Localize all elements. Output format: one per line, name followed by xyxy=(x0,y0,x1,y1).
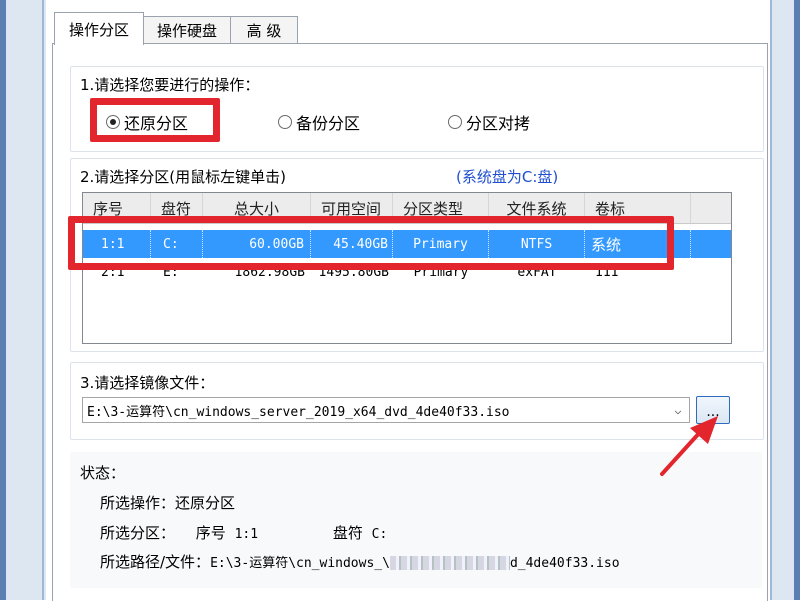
status-title: 状态： xyxy=(80,464,126,482)
annotation-arrow-icon xyxy=(660,416,718,476)
window-frame-right xyxy=(770,0,800,600)
tab-disk[interactable]: 操作硬盘 xyxy=(142,16,232,43)
redacted-text xyxy=(389,555,510,570)
backup-partition-radio[interactable]: 备份分区 xyxy=(278,110,360,134)
status-index-label: 序号 xyxy=(195,524,226,542)
image-file-combobox[interactable]: E:\3-运算符\cn_windows_server_2019_x64_dvd_… xyxy=(82,397,690,423)
annotation-highlight-row xyxy=(68,216,674,270)
status-operation: 所选操作：还原分区 xyxy=(100,492,235,513)
image-file-path: E:\3-运算符\cn_windows_server_2019_x64_dvd_… xyxy=(87,404,510,420)
status-partition-label: 所选分区： xyxy=(100,524,176,542)
status-path-value: E:\3-运算符\cn_windows_\ xyxy=(210,556,390,571)
status-operation-label: 所选操作： xyxy=(100,494,176,512)
annotation-highlight-restore xyxy=(90,98,220,142)
status-index-value: 1:1 xyxy=(234,527,259,542)
status-drive-label: 盘符 xyxy=(332,524,363,542)
column-header-filler xyxy=(691,193,731,223)
status-path-label: 所选路径/文件： xyxy=(100,553,211,571)
radio-unchecked-icon xyxy=(448,115,462,129)
image-file-label: 3.请选择镜像文件： xyxy=(80,374,215,392)
radio-unchecked-icon xyxy=(278,115,292,129)
system-disk-hint: (系统盘为C:盘) xyxy=(456,168,559,186)
copy-partition-radio[interactable]: 分区对拷 xyxy=(448,110,530,134)
window-frame-left xyxy=(0,0,46,600)
radio-label: 分区对拷 xyxy=(466,114,531,133)
radio-label: 备份分区 xyxy=(296,114,361,133)
partition-label: 2.请选择分区(用鼠标左键单击) xyxy=(80,168,287,186)
status-drive-value: C: xyxy=(371,527,388,542)
tab-partition[interactable]: 操作分区 xyxy=(54,12,144,45)
operation-label: 1.请选择您要进行的操作： xyxy=(80,76,260,94)
status-path: 所选路径/文件：E:\3-运算符\cn_windows_\ d_4de40f33.… xyxy=(100,551,620,572)
tab-advanced[interactable]: 高 级 xyxy=(230,16,298,43)
status-partition: 所选分区： 序号 1:1 盘符 C: xyxy=(100,522,387,543)
status-operation-value: 还原分区 xyxy=(175,494,236,512)
status-path-value-end: d_4de40f33.iso xyxy=(509,556,620,571)
